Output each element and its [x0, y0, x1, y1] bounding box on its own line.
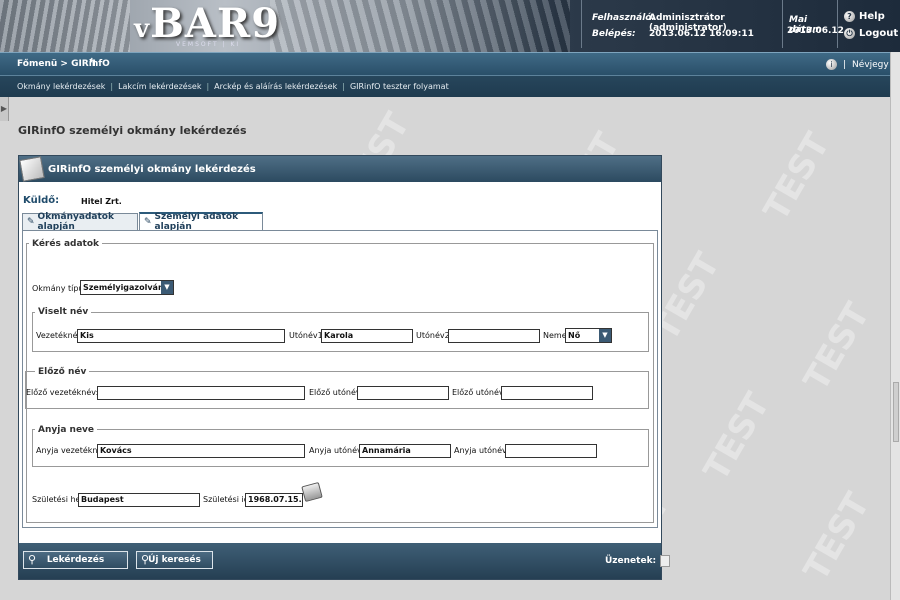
chevron-down-icon: ▼: [161, 281, 173, 294]
panel-header: GIRinfO személyi okmány lekérdezés: [19, 156, 661, 182]
messages-icon: [660, 555, 671, 567]
app-logo: vBAR9: [134, 0, 281, 47]
request-data-legend: Kérés adatok: [29, 239, 103, 249]
messages[interactable]: Üzenetek:: [605, 555, 671, 567]
given-name2-label: Utónév2:: [416, 331, 453, 340]
help-logout-box: ? Help ⏻ Logout: [837, 0, 900, 48]
business-card-icon[interactable]: i: [826, 59, 837, 70]
logout-button[interactable]: ⏻ Logout: [844, 28, 898, 39]
given-name1-input[interactable]: Karola: [321, 329, 413, 343]
chevron-down-icon: ▼: [599, 329, 611, 342]
user-info: Felhasználó: Adminisztrátor (administrat…: [581, 0, 781, 48]
page-scrollbar[interactable]: [890, 52, 900, 600]
menu-item-portrait-signature-queries[interactable]: Arckép és aláírás lekérdezések: [214, 82, 337, 91]
doc-type-select[interactable]: Személyigazolvány ▼: [80, 280, 174, 295]
menu-item-address-queries[interactable]: Lakcím lekérdezések: [118, 82, 201, 91]
prev-given2-input[interactable]: [501, 386, 593, 400]
query-panel: GIRinfO személyi okmány lekérdezés Küldő…: [18, 155, 671, 580]
help-button[interactable]: ? Help: [844, 11, 885, 22]
mother-given2-input[interactable]: [505, 444, 597, 458]
submenu-bar: Okmány lekérdezések | Lakcím lekérdezése…: [0, 75, 890, 97]
previous-name-legend: Előző név: [35, 367, 90, 377]
pencil-icon: ✎: [144, 217, 152, 227]
logo-subtitle: VEMSOFT | KI: [176, 41, 241, 48]
mother-surname-input[interactable]: Kovács: [97, 444, 305, 458]
app-header: vBAR9 VEMSOFT | KI Felhasználó: Adminisz…: [0, 0, 900, 52]
birthplace-input[interactable]: Budapest: [78, 493, 200, 507]
mother-given1-input[interactable]: Annamária: [359, 444, 451, 458]
sender-value: Hitel Zrt.: [81, 197, 122, 206]
menu-item-document-queries[interactable]: Okmány lekérdezések: [17, 82, 105, 91]
header-background-image: [0, 0, 130, 52]
sidebar-toggle[interactable]: ▶: [0, 97, 9, 121]
today-date: Mai dátum 2013.06.12: [782, 0, 844, 48]
prev-surname-label: Előző vezetéknév:: [26, 388, 99, 397]
breadcrumb-bar: Főmenü > GIRinfO ↰ i | Névjegy: [0, 52, 890, 75]
logout-icon: ⏻: [844, 28, 855, 39]
sex-select[interactable]: Nő ▼: [565, 328, 612, 343]
document-icon: [19, 156, 45, 182]
help-icon: ?: [844, 11, 855, 22]
given-name2-input[interactable]: [448, 329, 540, 343]
new-search-button[interactable]: ⚲ Új keresés: [136, 551, 213, 569]
pencil-icon: ✎: [27, 217, 35, 227]
page-title: GIRinfO személyi okmány lekérdezés: [18, 124, 247, 137]
query-button[interactable]: ⚲ Lekérdezés: [23, 551, 128, 569]
nav-separator: |: [843, 59, 847, 70]
header-background-image-2: [270, 0, 570, 52]
tab-personal-data[interactable]: ✎ Személyi adatok alapján: [139, 212, 263, 232]
given-name1-label: Utónév1:: [289, 331, 326, 340]
scrollbar-thumb[interactable]: [893, 382, 899, 442]
surname-input[interactable]: Kis: [77, 329, 285, 343]
panel-footer: ⚲ Lekérdezés ⚲ Új keresés Üzenetek:: [19, 543, 671, 579]
business-card-link[interactable]: Névjegy: [852, 60, 889, 70]
mother-name-legend: Anyja neve: [35, 425, 98, 435]
worn-name-legend: Viselt név: [35, 307, 92, 317]
sender-label: Küldő:: [23, 195, 60, 206]
login-label: Belépés:: [592, 29, 636, 39]
user-label: Felhasználó:: [592, 13, 656, 23]
prev-surname-input[interactable]: [97, 386, 305, 400]
tab-content: Kérés adatok Okmány típus: Személyigazol…: [22, 230, 658, 528]
login-value: 2013.06.12 16:09:11: [649, 29, 754, 39]
menu-item-tester-process[interactable]: GIRinfO teszter folyamat: [350, 82, 449, 91]
back-arrow-icon[interactable]: ↰: [88, 56, 97, 69]
date-value: 2013.06.12: [787, 26, 844, 36]
search-icon: ⚲: [141, 553, 150, 566]
birthdate-input[interactable]: 1968.07.15.: [245, 493, 303, 507]
prev-given1-input[interactable]: [357, 386, 449, 400]
panel-title: GIRinfO személyi okmány lekérdezés: [48, 164, 256, 175]
search-icon: ⚲: [28, 553, 37, 566]
tab-document-data[interactable]: ✎ Okmányadatok alapján: [22, 212, 138, 232]
